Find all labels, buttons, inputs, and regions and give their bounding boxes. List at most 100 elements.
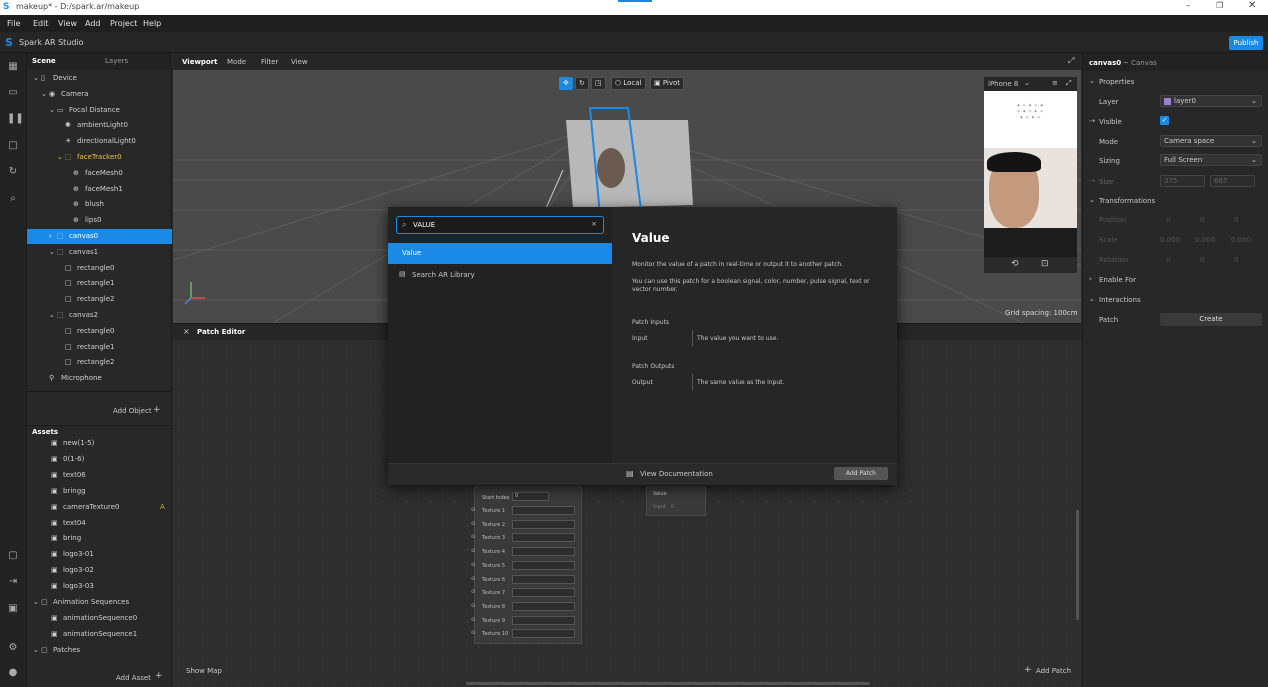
input-port-icon[interactable]: ⊙ (471, 603, 475, 609)
add-object-plus-icon[interactable]: + (153, 405, 161, 415)
expand-chevron-icon[interactable]: ⌄ (49, 245, 57, 260)
scene-tree-item[interactable]: □ rectangle0 (27, 324, 172, 339)
show-map-button[interactable]: Show Map (186, 667, 222, 675)
expand-chevron-icon[interactable]: ⌄ (41, 87, 49, 102)
texture-port[interactable]: ⊙ Texture 8 (471, 600, 583, 613)
notifications-icon[interactable]: ● (7, 667, 19, 679)
pivot-toggle[interactable]: ▣ Pivot (650, 77, 685, 90)
close-patch-editor-icon[interactable]: × (183, 327, 190, 336)
video-icon[interactable]: ▭ (7, 87, 19, 99)
camera-flip-icon[interactable]: ⟲ (1011, 259, 1019, 269)
expand-chevron-icon[interactable]: ⌄ (33, 71, 41, 86)
texture-dropdown[interactable] (512, 533, 575, 543)
scene-tree-item[interactable]: › ⬚ canvas0 (27, 229, 172, 244)
search-input[interactable]: ⌕ VALUE × (396, 216, 604, 234)
pause-icon[interactable]: ❚❚ (7, 113, 24, 125)
value-node[interactable]: Value Input 0 (646, 486, 706, 516)
input-port-icon[interactable]: ⊙ (471, 507, 475, 513)
interactions-header[interactable]: Interactions (1099, 296, 1141, 304)
properties-header[interactable]: Properties (1099, 78, 1134, 86)
close-window-icon[interactable]: ✕ (1248, 0, 1256, 11)
scene-tree-item[interactable]: □ rectangle2 (27, 292, 172, 307)
refresh-icon[interactable]: ↻ (7, 166, 19, 178)
scene-tree-item[interactable]: □ rectangle1 (27, 340, 172, 355)
scene-tree-item[interactable]: ⌄ ◉ Camera (27, 87, 172, 102)
tab-layers[interactable]: Layers (105, 53, 128, 70)
rotate-tool-icon[interactable]: ↻ (575, 77, 589, 90)
add-patch-button[interactable]: Add Patch (1036, 667, 1071, 675)
transformations-chevron-icon[interactable]: ⌄ (1089, 196, 1095, 204)
scene-tree-item[interactable]: ⊕ faceMesh0 (27, 166, 172, 181)
input-port-icon[interactable]: ⊙ (471, 521, 475, 527)
lock-icon[interactable]: ⊡ (1041, 259, 1049, 269)
input-port-icon[interactable]: ⊙ (471, 630, 475, 636)
scene-tree-item[interactable]: ☀ directionalLight0 (27, 134, 172, 149)
scene-tree-item[interactable]: ⌄ ⬚ canvas2 (27, 308, 172, 323)
scene-tree-item[interactable]: ✺ ambientLight0 (27, 118, 172, 133)
menu-edit[interactable]: Edit (33, 19, 49, 28)
folder-icon[interactable]: ▢ (7, 550, 19, 562)
texture-dropdown[interactable] (512, 574, 575, 584)
scene-tree-item[interactable]: ⊕ lips0 (27, 213, 172, 228)
menu-view[interactable]: View (58, 19, 77, 28)
expand-viewport-icon[interactable]: ⤢ (1068, 56, 1074, 66)
asset-folder[interactable]: ⌄ ▢ Animation Sequences (27, 595, 172, 610)
patch-horizontal-scrollbar[interactable] (466, 682, 870, 685)
texture-dropdown[interactable] (512, 519, 575, 529)
texture-dropdown[interactable] (512, 601, 575, 611)
texture-dropdown[interactable] (512, 560, 575, 570)
menu-help[interactable]: Help (143, 19, 161, 28)
tab-view[interactable]: View (291, 58, 308, 66)
settings-icon[interactable]: ⚙ (7, 642, 19, 654)
asset-item[interactable]: ▣ 0(1-6) (27, 452, 172, 467)
export-icon[interactable]: ▣ (7, 603, 19, 615)
sizing-select[interactable]: Full Screen ⌄ (1160, 154, 1262, 166)
scene-tree-item[interactable]: ⌄ ⬚ canvas1 (27, 245, 172, 260)
create-patch-button[interactable]: Create (1160, 313, 1262, 326)
clear-search-icon[interactable]: × (591, 220, 597, 228)
scene-tree-item[interactable]: □ rectangle2 (27, 355, 172, 370)
menu-file[interactable]: File (7, 19, 20, 28)
properties-chevron-icon[interactable]: ⌄ (1089, 77, 1095, 85)
move-tool-icon[interactable]: ✥ (559, 77, 573, 90)
asset-item[interactable]: ▣ logo3-03 (27, 579, 172, 594)
texture-dropdown[interactable] (512, 588, 575, 598)
view-documentation-link[interactable]: View Documentation (640, 470, 713, 478)
texture-port[interactable]: ⊙ Texture 2 (471, 518, 583, 531)
minimize-icon[interactable]: – (1186, 1, 1191, 11)
menu-add[interactable]: Add (85, 19, 101, 28)
enable-for-header[interactable]: Enable For (1099, 276, 1136, 284)
local-toggle[interactable]: ⬡ Local (611, 77, 646, 90)
layout-icon[interactable]: ▦ (7, 61, 19, 73)
asset-item[interactable]: ▣ cameraTexture0 A (27, 500, 172, 515)
texture-port[interactable]: ⊙ Texture 1 (471, 504, 583, 517)
asset-item[interactable]: ▣ animationSequence0 (27, 611, 172, 626)
start-index-field[interactable]: 0 (512, 492, 549, 501)
scene-tree-item[interactable]: ⌄ ▯ Device (27, 71, 172, 86)
layer-select[interactable]: layer0 ⌄ (1160, 95, 1262, 107)
input-port-icon[interactable]: ⊙ (471, 589, 475, 595)
search-icon[interactable]: ⌕ (7, 193, 19, 205)
expand-chevron-icon[interactable]: ⌄ (57, 150, 65, 165)
tab-scene[interactable]: Scene (32, 53, 56, 70)
scale-tool-icon[interactable]: ◳ (591, 77, 606, 90)
texture-select-node[interactable]: Start Index 0 ⊙ Texture 1 ⊙ Texture 2 ⊙ Textu… (471, 486, 583, 644)
transformations-header[interactable]: Transformations (1099, 197, 1155, 205)
texture-dropdown[interactable] (512, 506, 575, 515)
scene-tree-item[interactable]: ⌄ ⬚ faceTracker0 (27, 150, 172, 165)
scene-tree-item[interactable]: ⊕ faceMesh1 (27, 182, 172, 197)
input-port-icon[interactable]: ⊙ (471, 548, 475, 554)
asset-item[interactable]: ▣ animationSequence1 (27, 627, 172, 642)
texture-port[interactable]: ⊙ Texture 7 (471, 586, 583, 599)
asset-item[interactable]: ▣ new(1-5) (27, 436, 172, 451)
keyframe-arrow-icon[interactable]: ⇢ (1089, 117, 1095, 125)
asset-folder[interactable]: ⌄ ▢ Patches (27, 643, 172, 658)
tab-filter[interactable]: Filter (261, 58, 278, 66)
expand-chevron-icon[interactable]: › (49, 229, 57, 244)
tab-viewport[interactable]: Viewport (182, 58, 218, 66)
scene-tree-item[interactable]: ⚲ Microphone (27, 371, 172, 386)
publish-button[interactable]: Publish (1229, 36, 1263, 50)
scene-tree-item[interactable]: □ rectangle1 (27, 276, 172, 291)
scene-tree-item[interactable]: ⊕ blush (27, 197, 172, 212)
menu-icon[interactable]: ≡ (1052, 79, 1058, 87)
